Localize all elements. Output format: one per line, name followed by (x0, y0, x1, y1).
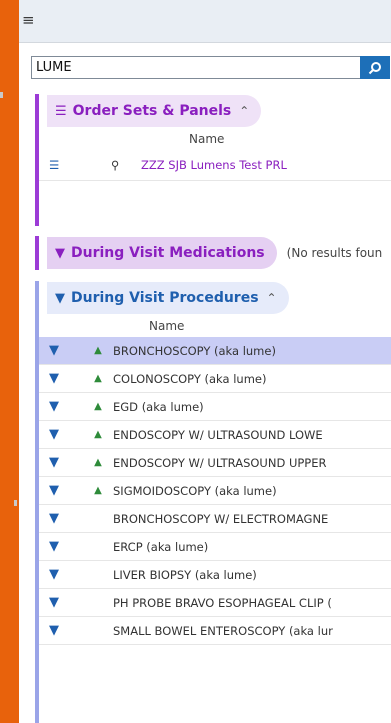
procedure-name[interactable]: SMALL BOWEL ENTEROSCOPY (aka lur (113, 624, 391, 638)
procedure-bed-icon: ▼ (49, 455, 59, 470)
background-mark (0, 92, 3, 98)
column-header-name: Name (149, 319, 185, 333)
table-row[interactable]: ▼ ▲ BRONCHOSCOPY (aka lume) (39, 337, 391, 365)
table-row[interactable]: ▼ ▲ ENDOSCOPY W/ ULTRASOUND LOWE (39, 421, 391, 449)
table-row[interactable]: ▼ PH PROBE BRAVO ESOPHAGEAL CLIP ( (39, 589, 391, 617)
order-sets-header[interactable]: ☰ Order Sets & Panels ⌃ (47, 95, 262, 127)
table-row[interactable]: ▼ ▲ ENDOSCOPY W/ ULTRASOUND UPPER (39, 449, 391, 477)
double-chevron-up-icon[interactable]: ⌃ (267, 291, 277, 305)
procedure-bed-icon: ▼ (49, 595, 59, 610)
procedures-header[interactable]: ▼ During Visit Procedures ⌃ (47, 282, 289, 314)
preview-magnifier-icon[interactable]: ⚲ (111, 158, 141, 172)
procedure-bed-icon: ▼ (49, 483, 59, 498)
table-row[interactable]: ▼ ERCP (aka lume) (39, 533, 391, 561)
search-button[interactable] (360, 56, 390, 79)
table-row[interactable]: ▼ LIVER BIOPSY (aka lume) (39, 561, 391, 589)
procedures-title: During Visit Procedures (71, 290, 259, 306)
medications-section: ▼ During Visit Medications (No results f… (35, 236, 391, 270)
column-header-name: Name (189, 132, 225, 146)
order-set-name[interactable]: ZZZ SJB Lumens Test PRL (141, 158, 287, 172)
double-chevron-up-icon[interactable]: ⌃ (239, 104, 249, 118)
no-results-text: (No results foun (286, 246, 383, 260)
magnifier-icon (368, 61, 381, 74)
procedure-bed-icon: ▼ (55, 245, 65, 261)
table-row[interactable]: ▼ SMALL BOWEL ENTEROSCOPY (aka lur (39, 617, 391, 645)
list-menu-icon[interactable]: ≡ (22, 11, 35, 29)
priority-arrow-icon: ▲ (94, 373, 102, 384)
procedure-bed-icon: ▼ (49, 511, 59, 526)
procedure-name[interactable]: COLONOSCOPY (aka lume) (113, 372, 391, 386)
priority-arrow-icon: ▲ (94, 429, 102, 440)
procedure-bed-icon: ▼ (49, 539, 59, 554)
procedure-bed-icon: ▼ (49, 371, 59, 386)
procedure-bed-icon: ▼ (49, 399, 59, 414)
procedure-name[interactable]: BRONCHOSCOPY (aka lume) (113, 344, 391, 358)
table-row[interactable]: ▼ ▲ EGD (aka lume) (39, 393, 391, 421)
procedure-bed-icon: ▼ (49, 623, 59, 638)
list-item[interactable]: ☰ ⚲ ZZZ SJB Lumens Test PRL (39, 150, 391, 181)
procedure-name[interactable]: PH PROBE BRAVO ESOPHAGEAL CLIP ( (113, 596, 391, 610)
procedure-name[interactable]: ERCP (aka lume) (113, 540, 391, 554)
table-row[interactable]: ▼ ▲ COLONOSCOPY (aka lume) (39, 365, 391, 393)
procedure-name[interactable]: LIVER BIOPSY (aka lume) (113, 568, 391, 582)
medications-title: During Visit Medications (71, 245, 265, 261)
order-search-window: ≡ ☰ Order Sets & Panels ⌃ Name ☰ ⚲ ZZZ S… (19, 0, 391, 723)
order-sets-section: ☰ Order Sets & Panels ⌃ Name ☰ ⚲ ZZZ SJB… (35, 94, 391, 226)
search-box (31, 56, 390, 79)
procedure-name[interactable]: SIGMOIDOSCOPY (aka lume) (113, 484, 391, 498)
procedure-name[interactable]: EGD (aka lume) (113, 400, 391, 414)
procedure-bed-icon: ▼ (55, 290, 65, 306)
background-mark (14, 500, 17, 506)
procedure-name[interactable]: ENDOSCOPY W/ ULTRASOUND UPPER (113, 456, 391, 470)
priority-arrow-icon: ▲ (94, 485, 102, 496)
procedure-name[interactable]: BRONCHOSCOPY W/ ELECTROMAGNE (113, 512, 391, 526)
priority-arrow-icon: ▲ (94, 457, 102, 468)
search-input[interactable] (32, 57, 340, 78)
medications-header[interactable]: ▼ During Visit Medications (47, 237, 277, 269)
order-set-icon: ☰ (55, 103, 67, 119)
toolbar: ≡ (19, 0, 391, 43)
procedure-bed-icon: ▼ (49, 343, 59, 358)
procedures-section: ▼ During Visit Procedures ⌃ Name ▼ ▲ BRO… (35, 281, 391, 723)
order-set-icon: ☰ (49, 158, 60, 172)
order-sets-title: Order Sets & Panels (72, 103, 232, 119)
priority-arrow-icon: ▲ (94, 401, 102, 412)
table-row[interactable]: ▼ BRONCHOSCOPY W/ ELECTROMAGNE (39, 505, 391, 533)
priority-arrow-icon: ▲ (94, 345, 102, 356)
procedure-bed-icon: ▼ (49, 427, 59, 442)
procedure-bed-icon: ▼ (49, 567, 59, 582)
procedure-name[interactable]: ENDOSCOPY W/ ULTRASOUND LOWE (113, 428, 391, 442)
table-row[interactable]: ▼ ▲ SIGMOIDOSCOPY (aka lume) (39, 477, 391, 505)
